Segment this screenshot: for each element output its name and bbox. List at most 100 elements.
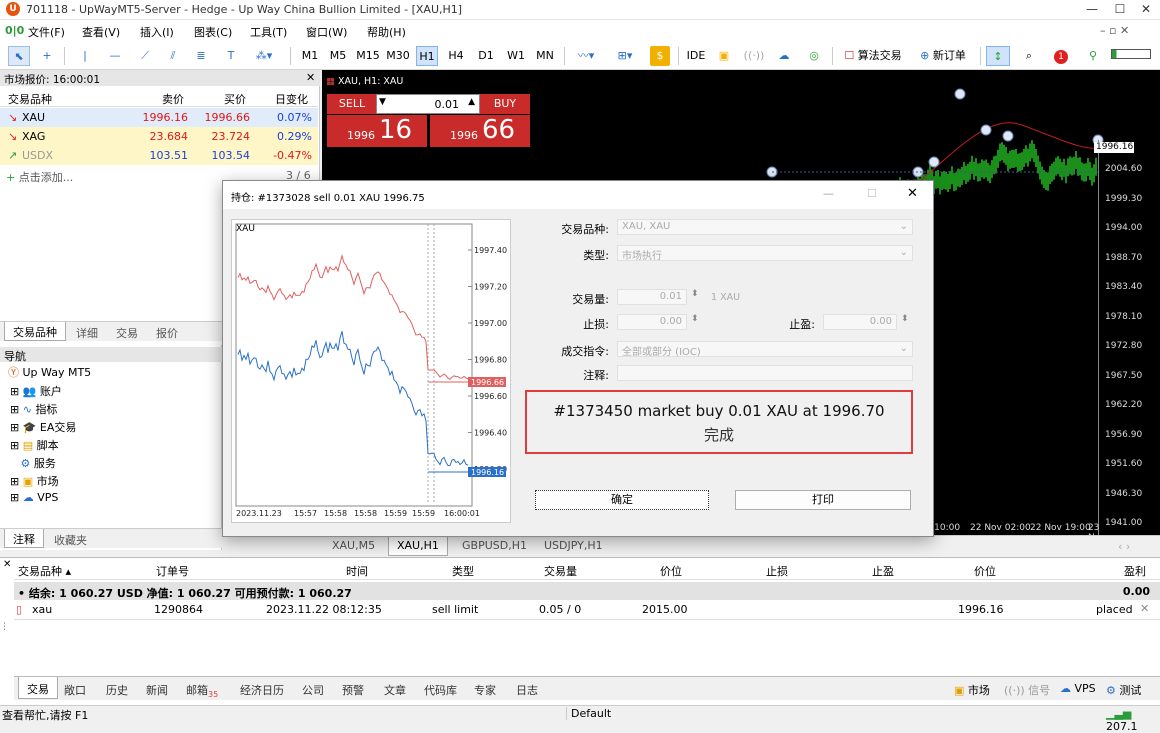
- symbol-select[interactable]: XAU, XAU ⌄: [617, 219, 913, 235]
- order-close-icon[interactable]: ✕: [1140, 602, 1149, 615]
- menu-chart[interactable]: 图表(C): [194, 24, 232, 40]
- toolbox-market-link[interactable]: ▣ 市场: [954, 682, 990, 698]
- tab-exposure[interactable]: 敞口: [64, 682, 86, 698]
- volume-input[interactable]: 0.01: [617, 289, 687, 305]
- tab-alerts[interactable]: 预警: [342, 682, 364, 698]
- buy-price[interactable]: 1996 66: [430, 115, 530, 147]
- tf-mn[interactable]: MN: [532, 46, 558, 66]
- app-menu-icon[interactable]: 0|0: [5, 24, 24, 37]
- tab-calendar[interactable]: 经济日历: [240, 682, 284, 698]
- col-symbol[interactable]: 交易品种: [8, 91, 52, 107]
- takeprofit-input[interactable]: 0.00: [823, 314, 897, 330]
- market-watch-row[interactable]: ↗ USDX 103.51 103.54 -0.47%: [0, 146, 318, 165]
- tab-mailbox[interactable]: 邮箱35: [186, 682, 218, 699]
- minimize-button[interactable]: —: [1080, 2, 1104, 18]
- indicators-icon[interactable]: ⊞▾: [608, 46, 642, 66]
- vertical-line-icon[interactable]: |: [74, 46, 96, 66]
- horizontal-line-icon[interactable]: —: [104, 46, 126, 66]
- lot-up-icon[interactable]: ▲: [468, 97, 475, 107]
- nav-root[interactable]: Ⓨ Up Way MT5: [8, 364, 91, 380]
- tf-m1[interactable]: M1: [298, 46, 322, 66]
- menu-window[interactable]: 窗口(W): [306, 24, 347, 40]
- nav-vps[interactable]: ⊞ ☁ VPS: [10, 491, 58, 504]
- crosshair-icon[interactable]: +: [36, 46, 58, 66]
- tf-d1[interactable]: D1: [474, 46, 498, 66]
- takeprofit-spinner-icon[interactable]: ⬍: [901, 314, 909, 324]
- tab-scroll-icon[interactable]: ‹ ›: [1118, 540, 1130, 553]
- tab-symbols[interactable]: 交易品种: [4, 322, 66, 341]
- col-price[interactable]: 价位: [660, 563, 682, 579]
- dialog-close-button[interactable]: ✕: [907, 186, 918, 201]
- print-button[interactable]: 打印: [735, 490, 911, 510]
- tab-chart-gbpusd[interactable]: GBPUSD,H1: [462, 539, 527, 552]
- tab-trade[interactable]: 交易: [18, 677, 58, 699]
- algo-trading-button[interactable]: ☐ 算法交易: [838, 46, 908, 66]
- tab-trading[interactable]: 交易: [116, 325, 138, 341]
- nav-experts[interactable]: ⊞ 🎓 EA交易: [10, 419, 76, 435]
- nav-services[interactable]: ⚙ 服务: [10, 455, 56, 471]
- status-connection[interactable]: ▁▃▅ 207.1: [1106, 707, 1160, 733]
- tf-h1[interactable]: H1: [416, 46, 438, 66]
- market-watch-row[interactable]: ↘ XAG 23.684 23.724 0.29%: [0, 127, 318, 146]
- signals-icon[interactable]: ((·)): [742, 46, 766, 66]
- lot-down-icon[interactable]: ▼: [379, 97, 386, 107]
- toolbox-close-icon[interactable]: ✕: [3, 559, 11, 570]
- menu-help[interactable]: 帮助(H): [367, 24, 406, 40]
- dialog-maximize-button[interactable]: ☐: [867, 187, 877, 200]
- mdi-controls[interactable]: – ▫ ✕: [1100, 24, 1129, 37]
- trade-marker-icon[interactable]: [954, 88, 966, 100]
- status-profile[interactable]: Default: [566, 707, 611, 720]
- cursor-icon[interactable]: ⬉: [8, 46, 30, 66]
- ide-button[interactable]: IDE: [684, 46, 708, 66]
- tab-chart-usdjpy[interactable]: USDJPY,H1: [544, 539, 603, 552]
- stoploss-input[interactable]: 0.00: [617, 314, 687, 330]
- notifications-button[interactable]: 1: [1046, 46, 1076, 66]
- tab-journal[interactable]: 日志: [516, 682, 538, 698]
- tf-h4[interactable]: H4: [444, 46, 468, 66]
- col-ticket[interactable]: 订单号: [156, 563, 189, 579]
- add-symbol-link[interactable]: + 点击添加...: [6, 169, 73, 185]
- tab-details[interactable]: 详细: [76, 325, 98, 341]
- stoploss-spinner-icon[interactable]: ⬍: [691, 314, 699, 324]
- lot-input[interactable]: ▼ 0.01 ▲: [376, 94, 480, 114]
- tab-company[interactable]: 公司: [302, 682, 324, 698]
- balance-row[interactable]: • 结余: 1 060.27 USD 净值: 1 060.27 可用预付款: 1…: [14, 582, 1160, 600]
- nav-market[interactable]: ⊞ ▣ 市场: [10, 473, 59, 489]
- col-tp[interactable]: 止盈: [872, 563, 894, 579]
- col-time[interactable]: 时间: [346, 563, 368, 579]
- trade-marker-icon[interactable]: [1002, 130, 1014, 142]
- dialog-minimize-button[interactable]: —: [823, 187, 834, 200]
- col-volume[interactable]: 交易量: [544, 563, 577, 579]
- market-watch-row[interactable]: ↘ XAU 1996.16 1996.66 0.07%: [0, 108, 318, 127]
- tab-news[interactable]: 新闻: [146, 682, 168, 698]
- col-symbol[interactable]: 交易品种 ▴: [18, 563, 71, 579]
- filling-select[interactable]: 全部或部分 (IOC) ⌄: [617, 341, 913, 358]
- community-icon[interactable]: ◎: [802, 46, 826, 66]
- volume-spinner-icon[interactable]: ⬍: [691, 289, 699, 299]
- market-icon[interactable]: ▣: [714, 46, 734, 66]
- tab-notes[interactable]: 注释: [4, 529, 44, 548]
- ok-button[interactable]: 确定: [535, 490, 709, 510]
- dollar-icon[interactable]: $: [650, 46, 670, 66]
- vps-icon[interactable]: ☁: [772, 46, 796, 66]
- tab-favorites[interactable]: 收藏夹: [54, 532, 87, 548]
- tf-m30[interactable]: M30: [384, 46, 412, 66]
- sell-price[interactable]: 1996 16: [327, 115, 427, 147]
- chart-type-icon[interactable]: 〰▾: [570, 46, 602, 66]
- tab-chart-xau-m5[interactable]: XAU,M5: [332, 539, 375, 552]
- depth-icon[interactable]: ↕: [986, 46, 1010, 66]
- new-order-button[interactable]: ⊕ 新订单: [914, 46, 972, 66]
- shapes-icon[interactable]: ⁂▾: [248, 46, 280, 66]
- col-current-price[interactable]: 价位: [974, 563, 996, 579]
- channel-icon[interactable]: ⫽: [162, 46, 184, 66]
- text-icon[interactable]: T: [220, 46, 242, 66]
- menu-insert[interactable]: 插入(I): [140, 24, 174, 40]
- tab-codebase[interactable]: 代码库: [424, 682, 457, 698]
- account-icon[interactable]: ⚲: [1082, 46, 1104, 66]
- menu-file[interactable]: 文件(F): [28, 24, 65, 40]
- fibonacci-icon[interactable]: ≣: [190, 46, 212, 66]
- tab-ticks[interactable]: 报价: [156, 325, 178, 341]
- col-bid[interactable]: 卖价: [162, 91, 184, 107]
- col-sl[interactable]: 止损: [766, 563, 788, 579]
- nav-scripts[interactable]: ⊞ ▤ 脚本: [10, 437, 59, 453]
